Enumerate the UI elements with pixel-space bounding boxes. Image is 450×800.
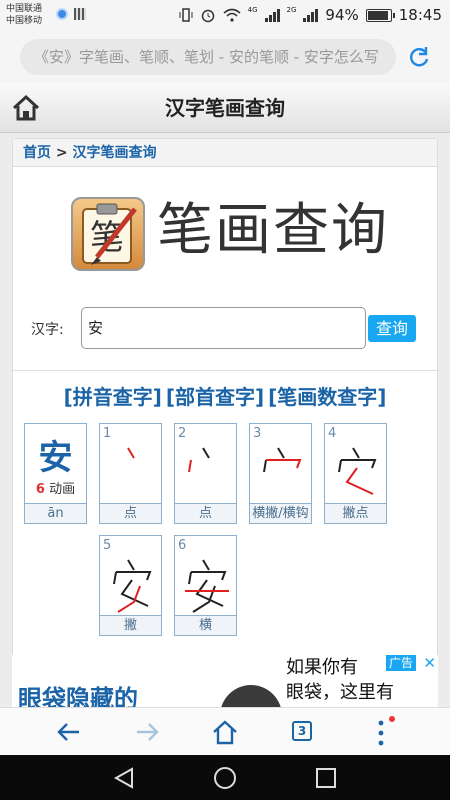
system-nav-bar (0, 755, 450, 800)
ad-headline[interactable]: 眼袋隐藏的 (18, 679, 138, 707)
signal-1-icon (264, 8, 280, 22)
recents-icon[interactable] (314, 766, 338, 790)
status-bar: 中国联通 中国移动 4G 2G 94% 18:45 (0, 0, 450, 31)
carrier-1: 中国联通 (6, 4, 43, 14)
search-links: [拼音查字] [部首查字] [笔画数查字] (13, 381, 437, 410)
stroke-name: 撇 (100, 615, 161, 635)
ad-image[interactable] (220, 685, 282, 707)
breadcrumb-current-link[interactable]: 汉字笔画查询 (72, 145, 156, 161)
stroke-diagram (127, 447, 135, 459)
back-icon[interactable] (112, 766, 136, 790)
stroke-diagram (263, 447, 302, 473)
stroke-count-search-link[interactable]: [笔画数查字] (268, 385, 386, 409)
stroke-diagram (338, 447, 377, 495)
radical-search-link[interactable]: [部首查字] (166, 385, 264, 409)
pinyin-search-link[interactable]: [拼音查字] (64, 385, 162, 409)
back-arrow-icon[interactable] (54, 717, 84, 747)
clipboard-brush-icon: 笔 (82, 203, 137, 265)
stroke-name: 横撇/横钩 (250, 503, 311, 523)
ad-close-icon[interactable]: ✕ (423, 655, 436, 672)
battery-percent: 94% (325, 6, 359, 24)
site-logo: 笔 (71, 197, 145, 271)
page-header: 汉字笔画查询 (0, 83, 450, 133)
status-right: 4G 2G 94% 18:45 (179, 6, 442, 24)
stroke-cell: 4 撇点 (324, 423, 387, 524)
qr-notification-icon (74, 8, 86, 20)
forward-arrow-icon[interactable] (132, 717, 162, 747)
breadcrumb-separator: > (55, 145, 68, 161)
browser-toolbar: 3 (0, 707, 450, 755)
stroke-cell: 2 点 (174, 423, 237, 524)
stroke-diagram (113, 559, 152, 613)
stroke-name: 点 (100, 503, 161, 523)
ad-line-2: 眼袋，这里有 (286, 682, 394, 703)
carrier-2: 中国移动 (6, 16, 43, 26)
home-icon[interactable] (210, 717, 240, 747)
vibrate-icon (179, 8, 193, 22)
carrier-info: 中国联通 中国移动 (6, 3, 42, 27)
wifi-icon (223, 8, 241, 22)
battery-icon (365, 8, 395, 22)
stroke-name: 撇点 (325, 503, 386, 523)
signal-2-icon (303, 8, 319, 22)
more-menu-icon[interactable] (376, 718, 386, 748)
divider (13, 370, 437, 371)
alarm-icon (201, 9, 214, 23)
reload-icon[interactable] (406, 44, 432, 70)
home-icon[interactable] (10, 92, 42, 124)
stroke-cell: 1 点 (99, 423, 162, 524)
stroke-diagram (188, 447, 210, 473)
big-title: 笔画查询 (157, 198, 389, 263)
breadcrumb-home-link[interactable]: 首页 (23, 145, 51, 161)
clock: 18:45 (398, 6, 442, 24)
stroke-cell: 5 撇 (99, 535, 162, 636)
main-char: 安 (38, 438, 73, 478)
network-2g-label: 2G (286, 6, 297, 14)
home-circle-icon[interactable] (213, 766, 237, 790)
stroke-cell: 6 横 (174, 535, 237, 636)
tabs-button[interactable]: 3 (292, 721, 312, 741)
content-card: 首页 > 汉字笔画查询 笔 笔画查询 汉字: 安 查询 [拼音查字] [部首查字]… (12, 138, 438, 658)
ad-tag: 广告 (385, 655, 416, 671)
ad-banner[interactable]: 眼袋隐藏的 如果你有 眼袋，这里有 广告 ✕ (12, 655, 438, 707)
pinyin-label: ān (25, 503, 86, 523)
stroke-cell: 3 横撇/横钩 (249, 423, 312, 524)
stroke-count: 6 (35, 482, 45, 497)
logo-char: 笔 (90, 218, 124, 258)
animation-link[interactable]: 6 动画 (25, 478, 86, 497)
page-title: 汉字笔画查询 (165, 96, 285, 120)
query-label: 汉字: (31, 322, 64, 338)
stroke-diagram (185, 559, 229, 613)
network-4g-label: 4G (247, 6, 258, 14)
url-field[interactable]: 《安》字笔画、笔顺、笔划 - 安的笔顺 - 安字怎么写 (20, 39, 396, 75)
query-button[interactable]: 查询 (368, 315, 416, 342)
notification-icons (56, 8, 86, 20)
notification-dot (389, 716, 395, 722)
browser-notification-icon (56, 8, 68, 20)
breadcrumb: 首页 > 汉字笔画查询 (13, 139, 437, 167)
char-summary-cell[interactable]: 安 6 动画 ān (24, 423, 87, 524)
animation-label: 动画 (49, 482, 76, 497)
char-input[interactable]: 安 (81, 307, 366, 349)
stroke-name: 点 (175, 503, 236, 523)
browser-address-bar: 《安》字笔画、笔顺、笔划 - 安的笔顺 - 安字怎么写 (0, 31, 450, 83)
stroke-name: 横 (175, 615, 236, 635)
